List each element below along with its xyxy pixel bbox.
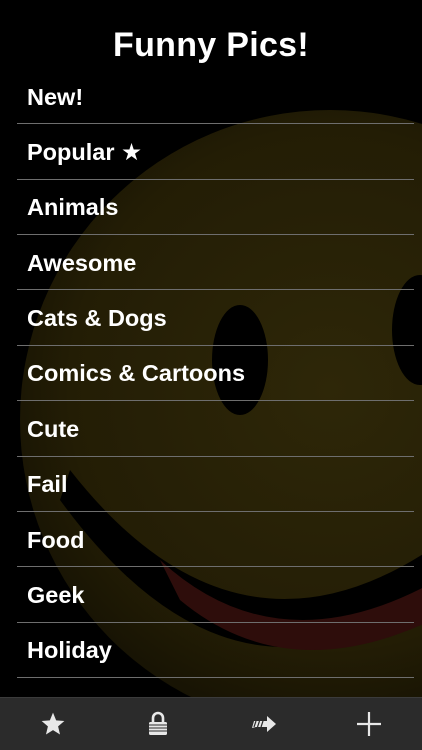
category-list: New! Popular ★ Animals Awesome Cats & Do… xyxy=(17,70,414,679)
category-item-cats-dogs[interactable]: Cats & Dogs xyxy=(17,290,414,346)
category-item-awesome[interactable]: Awesome xyxy=(17,235,414,291)
star-icon xyxy=(41,712,65,735)
share-button[interactable] xyxy=(211,698,317,750)
category-item-fail[interactable]: Fail xyxy=(17,457,414,512)
category-item-popular[interactable]: Popular ★ xyxy=(17,124,414,180)
plus-icon xyxy=(357,712,382,736)
category-item-cute[interactable]: Cute xyxy=(17,401,414,457)
category-item-animals[interactable]: Animals xyxy=(17,180,414,235)
category-item-holiday[interactable]: Holiday xyxy=(17,623,414,679)
category-item-comics-cartoons[interactable]: Comics & Cartoons xyxy=(17,346,414,402)
page-title: Funny Pics! xyxy=(113,26,309,64)
bottom-toolbar xyxy=(0,697,422,750)
lock-button[interactable] xyxy=(106,698,212,750)
share-arrow-icon xyxy=(251,716,276,732)
favorites-button[interactable] xyxy=(0,698,106,750)
add-button[interactable] xyxy=(317,698,422,750)
category-item-geek[interactable]: Geek xyxy=(17,567,414,623)
category-item-new[interactable]: New! xyxy=(17,70,414,125)
lock-icon xyxy=(149,711,168,735)
category-item-food[interactable]: Food xyxy=(17,512,414,568)
